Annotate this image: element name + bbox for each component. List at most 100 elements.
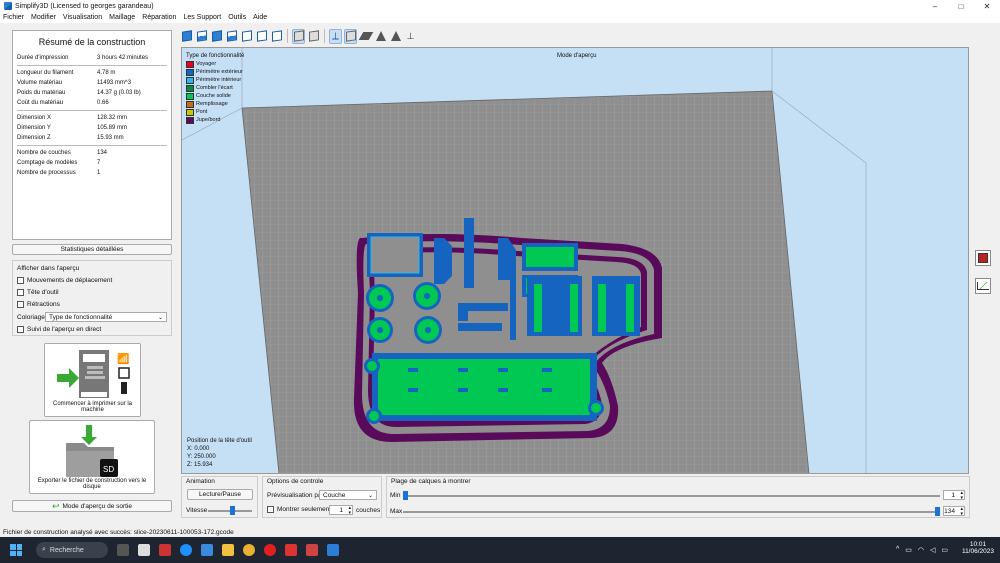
view-bottom-button[interactable] bbox=[210, 29, 223, 44]
menu-aide[interactable]: Aide bbox=[253, 14, 267, 21]
max-layer-slider[interactable] bbox=[403, 507, 940, 516]
speed-slider[interactable] bbox=[208, 506, 252, 515]
perspective-button[interactable] bbox=[292, 28, 305, 44]
preview-by-select[interactable]: Couche ⌄ bbox=[319, 490, 377, 500]
chevron-down-icon: ⌄ bbox=[367, 493, 373, 499]
export-file-button[interactable]: SD Exporter le fichier de construction v… bbox=[29, 420, 155, 494]
legend-swatch bbox=[186, 100, 194, 108]
layer-range-title: Plage de calques à montrer bbox=[391, 478, 471, 485]
menu-reparation[interactable]: Réparation bbox=[142, 14, 176, 21]
checkbox-box[interactable] bbox=[267, 506, 274, 513]
preview-options-title: Afficher dans l'aperçu bbox=[17, 265, 80, 272]
minimize-button[interactable]: – bbox=[922, 0, 948, 12]
clock[interactable]: 10:01 11/06/2023 bbox=[962, 541, 994, 555]
spinner-arrows-icon[interactable]: ▴ ▾ bbox=[960, 491, 963, 501]
view-top-button[interactable] bbox=[195, 29, 208, 44]
checkbox-box[interactable] bbox=[17, 289, 24, 296]
bed-button[interactable] bbox=[358, 29, 373, 44]
chrome-icon[interactable] bbox=[243, 544, 255, 556]
build-volume-button[interactable] bbox=[344, 28, 357, 44]
edge-icon[interactable] bbox=[180, 544, 192, 556]
shaded-button[interactable] bbox=[374, 29, 387, 44]
play-pause-button[interactable]: Lecture/Pause bbox=[187, 489, 253, 500]
toolhead-checkbox[interactable]: Tête d'outil bbox=[17, 289, 59, 296]
legend-title: Type de fonctionnalité bbox=[186, 53, 245, 59]
build-summary: Résumé de la construction Durée d'impres… bbox=[12, 30, 172, 240]
view-back-button[interactable] bbox=[240, 29, 253, 44]
legend-item: Couche solide bbox=[186, 92, 244, 100]
app-media-icon[interactable] bbox=[306, 544, 318, 556]
back-arrow-icon: ↩ bbox=[51, 500, 60, 511]
legend-item: Pont bbox=[186, 108, 244, 116]
app-red-icon[interactable] bbox=[159, 544, 171, 556]
view-right-button[interactable] bbox=[270, 29, 283, 44]
retractions-checkbox[interactable]: Rétractions bbox=[17, 301, 60, 308]
slider-knob[interactable] bbox=[403, 491, 408, 500]
max-label: Max bbox=[390, 508, 403, 515]
show-only-checkbox[interactable]: Montrer seulement bbox=[267, 506, 331, 513]
summary-row: Longueur du filament 4.78 m bbox=[17, 70, 116, 76]
folder-sd-icon: SD bbox=[66, 425, 118, 477]
slider-knob[interactable] bbox=[935, 507, 940, 516]
network-icon[interactable]: ▭ bbox=[905, 546, 912, 554]
opera-icon[interactable] bbox=[264, 544, 276, 556]
menu-visualisation[interactable]: Visualisation bbox=[63, 14, 102, 21]
detailed-stats-button[interactable]: Statistiques détaillées bbox=[12, 244, 172, 255]
checkbox-box[interactable] bbox=[17, 326, 24, 333]
battery-icon[interactable]: ▭ bbox=[941, 546, 948, 554]
cross-section-button[interactable] bbox=[389, 29, 402, 44]
app-blue-icon[interactable] bbox=[201, 544, 213, 556]
menu-support[interactable]: Les Support bbox=[183, 14, 221, 21]
nozzle-button[interactable]: ⊥ bbox=[404, 29, 417, 44]
menu-fichier[interactable]: Fichier bbox=[3, 14, 24, 21]
model-settings-button[interactable] bbox=[975, 250, 991, 266]
view-front-button[interactable] bbox=[225, 29, 238, 44]
checkbox-box[interactable] bbox=[17, 277, 24, 284]
legend-swatch bbox=[186, 60, 194, 68]
travel-moves-checkbox[interactable]: Mouvements de déplacement bbox=[17, 277, 112, 284]
summary-row: Dimension Z 15.93 mm bbox=[17, 135, 124, 141]
view-left-button[interactable] bbox=[255, 29, 268, 44]
wifi-icon[interactable]: ◠ bbox=[918, 546, 924, 554]
coloring-select[interactable]: Type de fonctionnalité ⌄ bbox=[45, 312, 167, 322]
folder-icon[interactable] bbox=[222, 544, 234, 556]
preview-viewport[interactable]: Type de fonctionnalité Voyager Périmètre… bbox=[181, 47, 969, 474]
live-preview-checkbox[interactable]: Suivi de l'aperçu en direct bbox=[17, 326, 101, 333]
checkbox-box[interactable] bbox=[17, 301, 24, 308]
menu-maillage[interactable]: Maillage bbox=[109, 14, 135, 21]
back-view-icon bbox=[241, 30, 252, 42]
exit-preview-button[interactable]: ↩ Mode d'aperçu de sortie bbox=[12, 500, 172, 512]
view-iso-button[interactable] bbox=[180, 29, 193, 44]
max-layer-spinner[interactable]: 134 ▴ ▾ bbox=[943, 506, 965, 516]
legend-swatch bbox=[186, 68, 194, 76]
orthographic-button[interactable] bbox=[307, 29, 320, 44]
min-layer-spinner[interactable]: 1 ▴ ▾ bbox=[943, 490, 965, 500]
windows-start-icon[interactable] bbox=[10, 544, 22, 556]
volume-icon[interactable]: ◁ bbox=[930, 546, 935, 554]
menu-modifier[interactable]: Modifier bbox=[31, 14, 56, 21]
maximize-button[interactable]: □ bbox=[948, 0, 974, 12]
app-game-icon[interactable] bbox=[285, 544, 297, 556]
taskbar-search[interactable]: ⌕ Recherche bbox=[36, 542, 108, 558]
axes-button[interactable]: ⟂ bbox=[329, 28, 342, 44]
menu-outils[interactable]: Outils bbox=[228, 14, 246, 21]
spinner-arrows-icon[interactable]: ▴ ▾ bbox=[348, 506, 351, 516]
divider bbox=[17, 110, 167, 111]
close-button[interactable]: ✕ bbox=[974, 0, 1000, 12]
min-layer-slider[interactable] bbox=[403, 491, 940, 500]
front-view-icon bbox=[226, 30, 237, 42]
chevron-up-icon[interactable]: ^ bbox=[896, 546, 899, 554]
legend-item: Combler l'écart bbox=[186, 84, 244, 92]
task-view-icon[interactable] bbox=[117, 544, 129, 556]
chevron-down-icon: ⌄ bbox=[157, 315, 163, 321]
simplify3d-taskbar-icon[interactable] bbox=[327, 544, 339, 556]
spinner-arrows-icon[interactable]: ▴ ▾ bbox=[960, 507, 963, 517]
legend-swatch bbox=[186, 92, 194, 100]
title-bar: Simplify3D (Licensed to georges garandea… bbox=[0, 0, 1000, 12]
view-toolbar: ⟂ ⊥ bbox=[180, 27, 417, 45]
file-icon[interactable] bbox=[138, 544, 150, 556]
slider-knob[interactable] bbox=[230, 506, 235, 515]
graph-button[interactable] bbox=[975, 278, 991, 294]
show-only-spinner[interactable]: 1 ▴ ▾ bbox=[329, 505, 353, 515]
print-machine-button[interactable]: 📶 Commencer à imprimer sur la machine bbox=[44, 343, 141, 417]
